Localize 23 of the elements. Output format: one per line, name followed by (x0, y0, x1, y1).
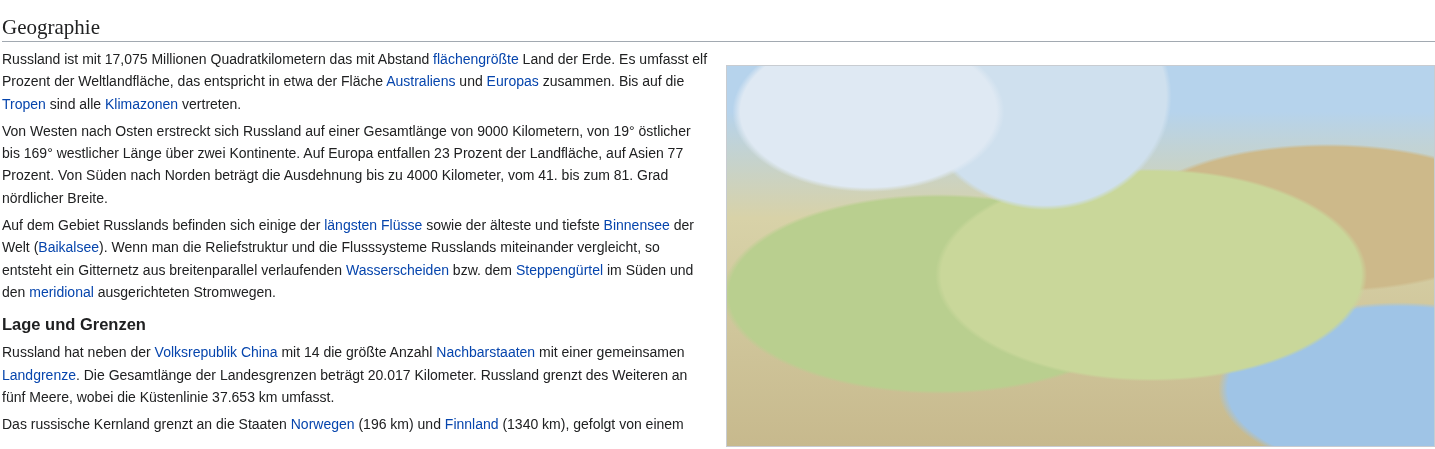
link[interactable]: Australiens (386, 73, 456, 90)
link[interactable]: Binnensee (603, 217, 670, 234)
link[interactable]: Baikalsee (38, 239, 99, 256)
link[interactable]: Finnland (444, 416, 499, 433)
link[interactable]: Wasserscheiden (346, 261, 449, 278)
link[interactable]: längsten Flüsse (324, 217, 423, 234)
link[interactable]: Norwegen (290, 416, 355, 433)
link[interactable]: Steppengürtel (515, 261, 604, 278)
link[interactable]: meridional (29, 283, 94, 300)
link[interactable]: Klimazonen (105, 95, 179, 112)
section-heading: Geographie (2, 0, 1435, 42)
subsection-heading: Lage und Grenzen (2, 314, 147, 336)
paragraph: Das russische Kernland grenzt an die Staaten Norwegen (196 km) und Finnland (1340 km), gefolgt von einem (2, 415, 685, 435)
paragraph: Russland hat neben der Volksrepublik China mit 14 die größte Anzahl Nachbarstaaten mit einer gemeinsamen Landgrenze. Die Gesamtlänge der Landesgrenzen beträgt 20.017 Kilometer. Russland grenzt des Weiteren an fünf Meere, wobei die Küstenlinie 37.653 km umfasst. (2, 343, 689, 407)
link[interactable]: flächengrößte (433, 51, 519, 67)
link[interactable]: Volksrepublik China (154, 344, 278, 361)
link[interactable]: Tropen (2, 95, 46, 112)
link[interactable]: Europas (486, 73, 539, 90)
paragraph: Von Westen nach Osten erstreckt sich Russland auf einer Gesamtlänge von 9000 Kilometern, von 19° östlicher bis 169° westlicher Länge über zwei Kontinente. Auf Europa entfallen 23 Prozent der Landfläche, auf Asien 77 Prozent. Von Süden nach Norden beträgt die Ausdehnung bis zu 4000 Kilometer, vom 41. bis zum 81. Grad nördlicher Breite. (2, 121, 692, 208)
paragraph: Russland ist mit 17,075 Millionen Quadratkilometern das mit Abstand flächengrößte Land der Erde. Es umfasst elf Prozent der Weltlandfläche, das entspricht in etwa der Fläche Australiens und Europas zusammen. Bis auf die Tropen sind alle Klimazonen vertreten. (2, 50, 708, 114)
link[interactable]: Landgrenze (2, 366, 76, 383)
paragraph: Auf dem Gebiet Russlands befinden sich einige der längsten Flüsse sowie der älteste und tiefste Binnensee der Welt (Baikalsee). Wenn man die Reliefstruktur und die Flusssysteme Russlands miteinander vergleicht, so entsteht ein Gitternetz aus breitenparallel verlaufenden Wasserscheiden bzw. dem Steppengürtel im Süden und den meridional ausgerichteten Stromwegen. (2, 216, 695, 302)
link[interactable]: Nachbarstaaten (436, 344, 536, 361)
